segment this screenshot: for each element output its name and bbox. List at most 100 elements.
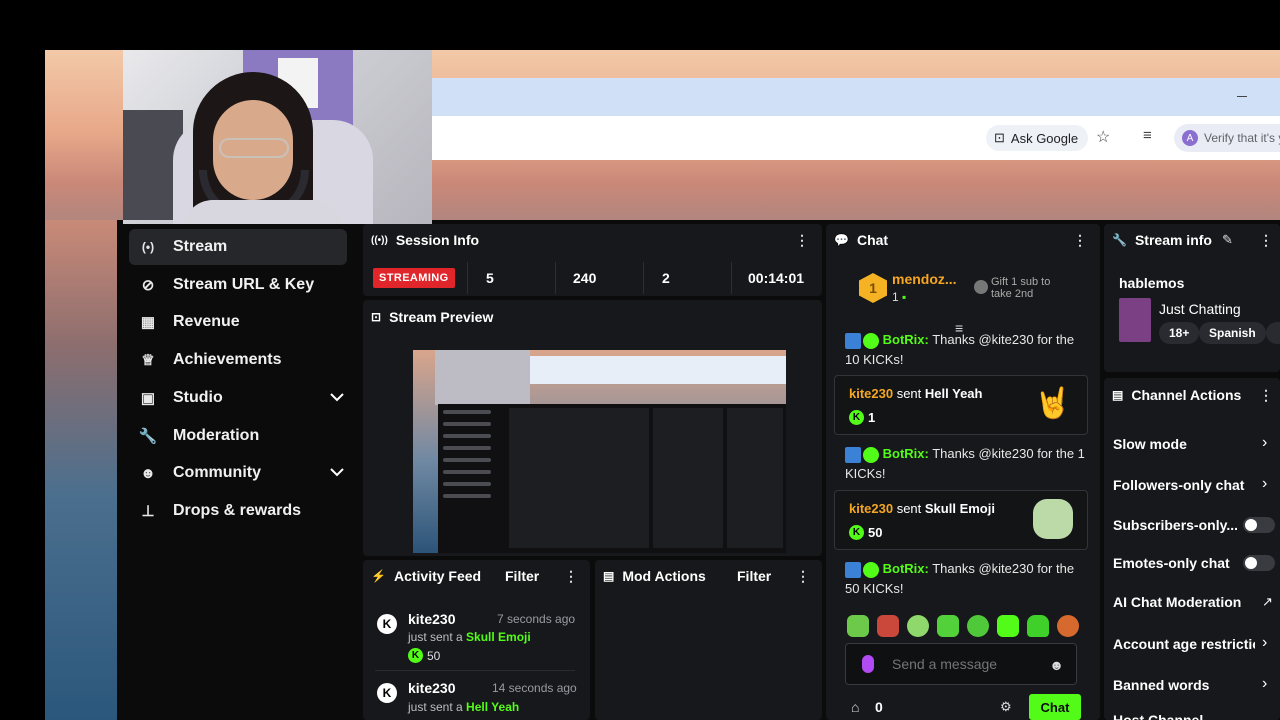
chat-message: BotRix: Thanks @kite230 for the 1 KICKs! — [845, 446, 1085, 481]
ai-moderation-item[interactable]: AI Chat Moderation — [1113, 594, 1253, 610]
verify-pill[interactable]: A Verify that it's y — [1174, 124, 1280, 152]
lens-icon: ⊡ — [994, 130, 1005, 145]
profile-avatar: A — [1182, 130, 1198, 146]
gift-sub-prompt[interactable]: Gift 1 sub to take 2nd — [991, 276, 1071, 300]
slow-mode-item[interactable]: Slow mode — [1113, 436, 1253, 452]
feed-user[interactable]: kite230 — [408, 611, 455, 627]
chat-settings-gear-icon[interactable]: ⚙ — [1000, 699, 1012, 715]
panel-title: Stream Preview — [389, 309, 494, 325]
stream-preview-video[interactable] — [413, 350, 786, 553]
reading-list-icon[interactable]: ≡ — [1143, 127, 1152, 144]
chart-icon: ▦ — [140, 314, 156, 331]
users-icon: ☻ — [140, 464, 156, 482]
chat-message-input[interactable]: ☻ — [845, 643, 1077, 685]
chat-message: BotRix: Thanks @kite230 for the 10 KICKs… — [845, 332, 1075, 367]
edit-pencil-icon[interactable]: ✎ — [1222, 232, 1233, 248]
stream-title: hablemos — [1119, 275, 1185, 291]
emote-icon[interactable] — [877, 615, 899, 637]
sidebar-item-stream[interactable]: (•) Stream — [129, 229, 347, 265]
lightning-icon: ⚡ — [371, 569, 386, 583]
subscribers-only-toggle[interactable] — [1243, 517, 1275, 533]
category-thumbnail — [1119, 298, 1151, 342]
feed-text: just sent a Skull Emoji — [408, 630, 531, 644]
verified-badge-icon — [863, 561, 879, 578]
avatar: K — [377, 683, 397, 703]
emotes-only-item[interactable]: Emotes-only chat — [1113, 555, 1237, 571]
sidebar-item-studio[interactable]: ▣ Studio — [129, 380, 347, 416]
chevron-right-icon[interactable]: › — [1262, 434, 1267, 452]
broadcast-icon: ((•)) — [371, 234, 388, 246]
followers-only-item[interactable]: Followers-only chat — [1113, 477, 1258, 493]
panel-title: Stream info — [1134, 232, 1212, 248]
verified-badge-icon — [863, 446, 879, 463]
feed-user[interactable]: kite230 — [408, 680, 455, 696]
hell-yeah-emote-icon: 🤘 — [1034, 387, 1072, 420]
feed-amount: K 50 — [408, 648, 440, 663]
emote-icon[interactable] — [907, 615, 929, 637]
chevron-down-icon — [329, 464, 344, 477]
emote-icon[interactable] — [1057, 615, 1079, 637]
link-icon: ⊘ — [141, 277, 155, 294]
sidebar-item-stream-url-key[interactable]: ⊘ Stream URL & Key — [129, 267, 347, 303]
sidebar-item-label: Drops & rewards — [173, 502, 302, 519]
sidebar-item-achievements[interactable]: ♕ Achievements — [129, 342, 347, 378]
subscribers-only-item[interactable]: Subscribers-only... — [1113, 517, 1237, 533]
more-options-icon[interactable]: ⋮ — [1259, 387, 1273, 404]
chat-message: BotRix: Thanks @kite230 for the 50 KICKs… — [845, 561, 1075, 596]
store-icon[interactable]: ⌂ — [851, 699, 859, 715]
session-stats: STREAMING 5 240 2 00:14:01 — [365, 262, 820, 294]
more-options-icon[interactable]: ⋮ — [795, 232, 809, 249]
sidebar-item-label: Studio — [173, 389, 223, 406]
chevron-right-icon[interactable]: › — [1262, 634, 1267, 652]
banned-words-item[interactable]: Banned words — [1113, 677, 1253, 693]
activity-filter-button[interactable]: Filter — [505, 568, 539, 584]
sidebar-item-moderation[interactable]: 🔧 Moderation — [129, 418, 347, 454]
more-options-icon[interactable]: ⋮ — [1073, 232, 1087, 249]
tag-chip: 18+ — [1159, 322, 1200, 344]
sidebar-item-community[interactable]: ☻ Community — [129, 455, 347, 491]
panel-title: Activity Feed — [393, 568, 482, 584]
emote-icon[interactable] — [847, 615, 869, 637]
category-name[interactable]: Just Chatting — [1159, 301, 1241, 317]
top-gifter-name[interactable]: mendoz... — [892, 271, 957, 287]
status-cell: STREAMING — [365, 262, 468, 294]
send-chat-button[interactable]: Chat — [1029, 694, 1081, 720]
mod-filter-button[interactable]: Filter — [737, 568, 771, 584]
more-options-icon[interactable]: ⋮ — [564, 568, 578, 585]
mod-actions-panel — [595, 560, 822, 720]
emotes-only-toggle[interactable] — [1243, 555, 1275, 571]
preview-icon: ⊡ — [371, 310, 382, 324]
chat-input-field[interactable] — [892, 656, 1042, 672]
external-link-icon[interactable]: ↗ — [1262, 594, 1273, 610]
more-options-icon[interactable]: ⋮ — [796, 568, 810, 585]
sidebar-item-drops-rewards[interactable]: ⊥ Drops & rewards — [129, 493, 347, 529]
browser-tab-bar — [430, 78, 1280, 116]
emoji-picker-icon[interactable]: ☻ — [1049, 657, 1064, 673]
ask-google-button[interactable]: ⊡ Ask Google — [986, 125, 1089, 151]
wrench-icon: 🔧 — [138, 428, 158, 445]
bot-badge-icon — [845, 446, 861, 463]
emote-icon[interactable] — [937, 615, 959, 637]
stream-preview-header: ⊡ Stream Preview — [371, 309, 493, 325]
chevron-right-icon[interactable]: › — [1262, 675, 1267, 693]
mic-icon[interactable] — [862, 655, 874, 673]
bookmark-star-icon[interactable]: ☆ — [1096, 127, 1110, 147]
minimize-icon[interactable] — [1237, 96, 1247, 97]
chevron-right-icon[interactable]: › — [1262, 475, 1267, 493]
emote-icon[interactable] — [967, 615, 989, 637]
streaming-badge: STREAMING — [373, 268, 455, 288]
gift-icon — [974, 280, 988, 294]
emote-icon[interactable] — [1027, 615, 1049, 637]
host-channel-item[interactable]: Host Channel — [1113, 712, 1253, 720]
panel-title: Channel Actions — [1131, 387, 1242, 403]
sidebar-item-revenue[interactable]: ▦ Revenue — [129, 304, 347, 340]
account-age-item[interactable]: Account age restrictio — [1113, 636, 1255, 652]
uptime: 00:14:01 — [748, 270, 805, 286]
tag-chip: Spanish — [1199, 322, 1266, 344]
more-options-icon[interactable]: ⋮ — [1259, 232, 1273, 249]
emote-icon[interactable] — [997, 615, 1019, 637]
channel-points: 0 — [875, 699, 883, 715]
bot-badge-icon — [845, 332, 861, 349]
divider — [375, 670, 575, 671]
feed-text: just sent a Hell Yeah — [408, 700, 520, 714]
